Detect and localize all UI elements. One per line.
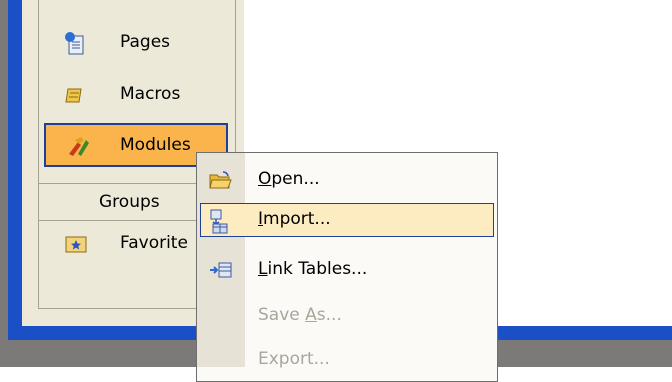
menu-item-import[interactable]: Import... xyxy=(200,203,494,237)
menu-item-label: Save xyxy=(258,305,306,325)
menu-item-label: ink Tables... xyxy=(267,259,368,279)
mnemonic: A xyxy=(305,305,317,325)
objects-item-label: Macros xyxy=(120,84,181,104)
groups-header-label: Groups xyxy=(99,192,160,212)
menu-item-label: pen... xyxy=(271,169,320,189)
menu-item-open[interactable]: Open... xyxy=(200,163,494,197)
open-folder-icon xyxy=(208,169,232,191)
module-icon xyxy=(66,134,89,156)
mnemonic: O xyxy=(258,169,272,189)
page-icon xyxy=(64,32,86,55)
menu-item-label: Export... xyxy=(258,349,330,369)
database-window-frame xyxy=(8,0,22,340)
objects-item-label: Pages xyxy=(120,32,171,52)
favorites-folder-icon xyxy=(64,233,87,255)
menu-item-save-as[interactable]: Save As... xyxy=(200,299,494,333)
menu-item-label: mport... xyxy=(263,209,331,229)
objects-item-label: Favorite xyxy=(120,233,188,253)
macro-scroll-icon xyxy=(64,84,86,106)
objects-item-macros[interactable]: Macros xyxy=(44,76,228,116)
objects-item-pages[interactable]: Pages xyxy=(44,24,228,64)
menu-item-label: s... xyxy=(316,305,342,325)
outer-window-strip xyxy=(0,0,8,367)
import-icon xyxy=(208,208,230,234)
menu-item-export[interactable]: Export... xyxy=(200,343,494,377)
objects-item-label: Modules xyxy=(120,135,191,155)
link-tables-icon xyxy=(208,259,232,281)
menu-item-link-tables[interactable]: Link Tables... xyxy=(200,253,494,287)
